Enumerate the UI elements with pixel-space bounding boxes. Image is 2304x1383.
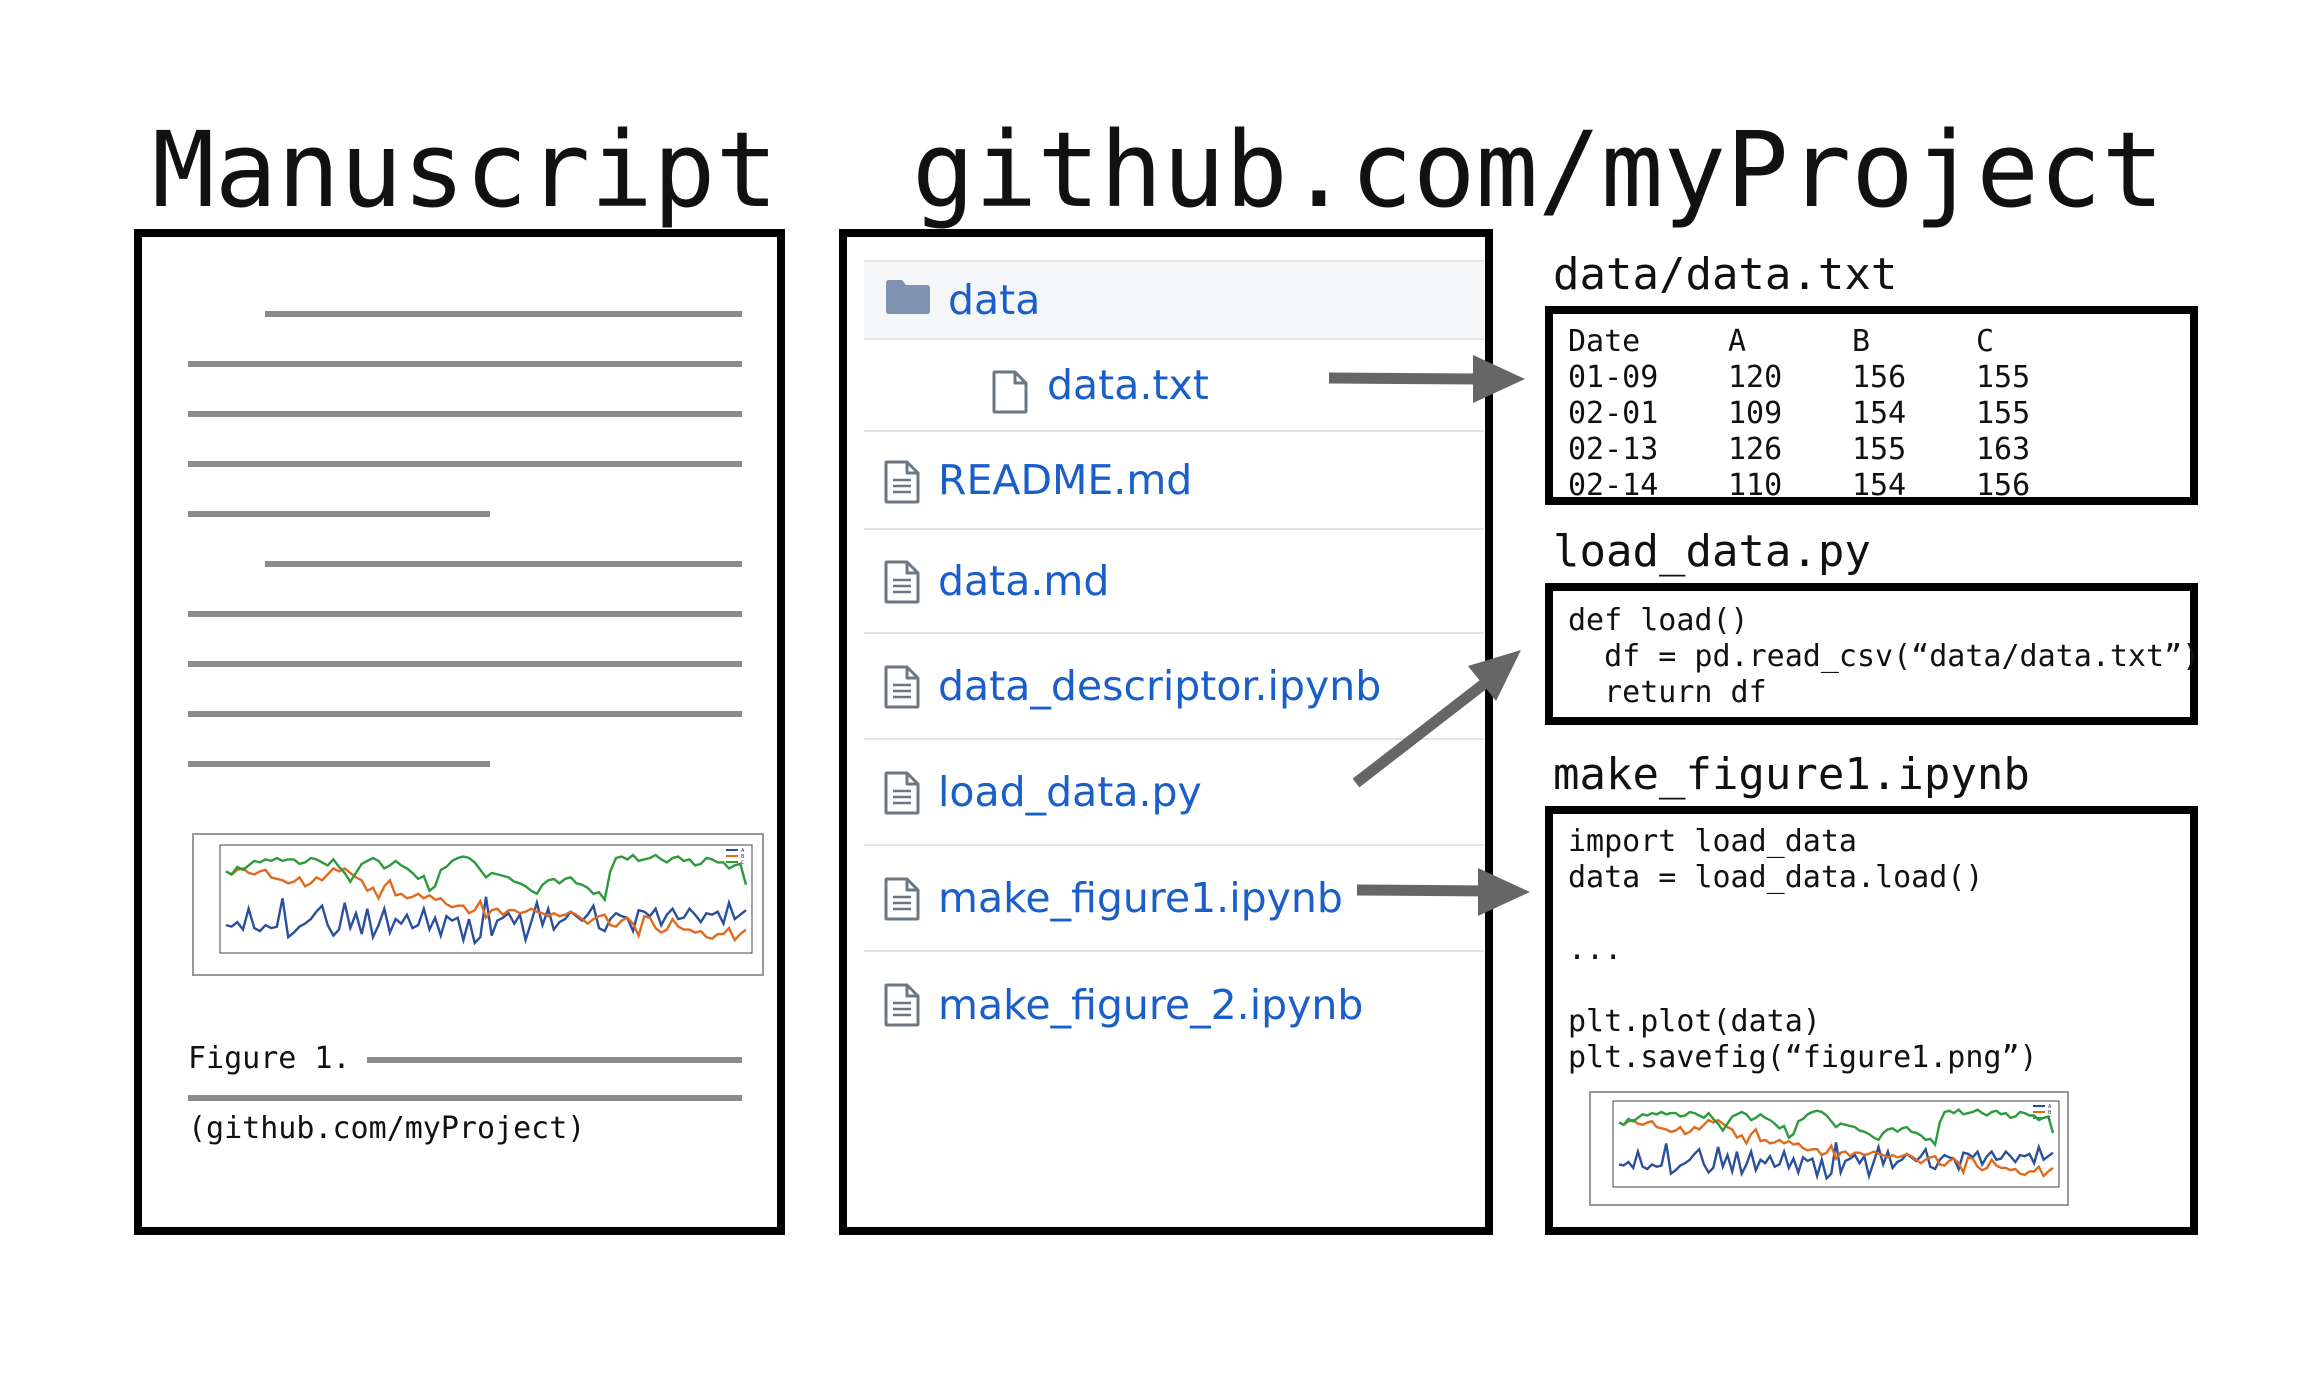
figure-caption: Figure 1. [188,1041,351,1076]
load-data-panel: def load() df = pd.read_csv(“data/data.t… [1545,583,2201,725]
folder-icon [886,280,930,319]
text-line [188,511,490,517]
table-cell: 01-09 [1568,360,1659,395]
text-line [188,711,742,717]
file-row-make-figure1[interactable]: make_figure1.ipynb [864,846,1484,952]
text-line [188,761,490,767]
table-cell: 156 [1976,468,2031,503]
figure-1-chart: ABC [192,833,764,976]
table-row: 01-09 120 156 155 [1568,360,2100,396]
folder-name[interactable]: data [948,262,1040,338]
manuscript-title: Manuscript [152,109,779,231]
caption-line [367,1057,742,1063]
file-name[interactable]: README.md [938,432,1192,528]
text-line [265,311,742,317]
table-cell: 156 [1852,360,1907,395]
table-cell: 155 [1976,360,2031,395]
table-cell: 155 [1852,432,1907,467]
file-name[interactable]: data.txt [1047,340,1209,430]
file-text-icon [884,877,920,926]
file-name[interactable]: data.md [938,530,1109,632]
text-line [188,411,742,417]
file-icon [992,370,1028,419]
figure1-output-chart: ABC [1589,1091,2069,1206]
file-row-data-descriptor[interactable]: data_descriptor.ipynb [864,634,1484,740]
repo-title: github.com/myProject [912,109,2165,231]
file-text-icon [884,983,920,1032]
data-table: Date A B C 01-09 120 156 155 02-01 109 1… [1568,324,2100,504]
repo-file-browser: data data.txt README.md data.md data_des… [839,229,1493,1235]
table-row: 02-14 110 154 156 [1568,468,2100,504]
header-cell: C [1976,324,1995,359]
load-data-label: load_data.py [1553,526,1871,577]
series-line-C [1618,1108,2055,1148]
table-cell: 02-13 [1568,432,1659,467]
table-cell: 109 [1728,396,1783,431]
file-text-icon [884,665,920,714]
data-txt-panel: Date A B C 01-09 120 156 155 02-01 109 1… [1545,306,2198,505]
table-cell: 154 [1852,396,1907,431]
file-name[interactable]: make_figure1.ipynb [938,846,1343,950]
file-text-icon [884,460,920,509]
text-line [188,461,742,467]
repo-reference: (github.com/myProject) [188,1111,586,1146]
table-row: 02-13 126 155 163 [1568,432,2100,468]
file-row-load-data[interactable]: load_data.py [864,740,1484,846]
load-data-code: def load() df = pd.read_csv(“data/data.t… [1568,603,2201,710]
header-cell: A [1728,324,1747,359]
file-row-make-figure-2[interactable]: make_figure_2.ipynb [864,952,1484,1058]
manuscript-page: ABC Figure 1. (github.com/myProject) [134,229,785,1235]
table-row: 02-01 109 154 155 [1568,396,2100,432]
data-txt-label: data/data.txt [1553,249,1898,300]
table-cell: 02-14 [1568,468,1659,503]
file-text-icon [884,771,920,820]
make-figure1-code: import load_data data = load_data.load()… [1568,824,2038,1075]
file-name[interactable]: load_data.py [938,740,1202,844]
text-line [188,661,742,667]
file-row-readme[interactable]: README.md [864,432,1484,530]
file-row-data-md[interactable]: data.md [864,530,1484,634]
table-cell: 02-01 [1568,396,1659,431]
file-text-icon [884,560,920,609]
legend-label-C: C [741,860,745,866]
series-line-A [225,896,747,946]
folder-row-data[interactable]: data [864,260,1484,340]
series-line-C [225,853,748,903]
make-figure1-label: make_figure1.ipynb [1553,749,2030,800]
table-cell: 110 [1728,468,1783,503]
table-header: Date A B C [1568,324,2100,360]
text-line [265,561,742,567]
text-line [188,361,742,367]
header-cell: B [1852,324,1871,359]
figure-1-plot: ABC [219,844,753,954]
table-cell: 163 [1976,432,2031,467]
make-figure1-panel: import load_data data = load_data.load()… [1545,806,2198,1235]
header-cell: Date [1568,324,1641,359]
file-name[interactable]: data_descriptor.ipynb [938,634,1381,738]
caption-line [188,1095,742,1101]
file-name[interactable]: make_figure_2.ipynb [938,952,1363,1058]
text-line [188,611,742,617]
table-cell: 155 [1976,396,2031,431]
table-cell: 120 [1728,360,1783,395]
file-row-data-txt[interactable]: data.txt [864,340,1484,432]
legend-label-C: C [2048,1116,2052,1122]
table-cell: 154 [1852,468,1907,503]
figure1-output-plot: ABC [1612,1100,2060,1188]
table-cell: 126 [1728,432,1783,467]
